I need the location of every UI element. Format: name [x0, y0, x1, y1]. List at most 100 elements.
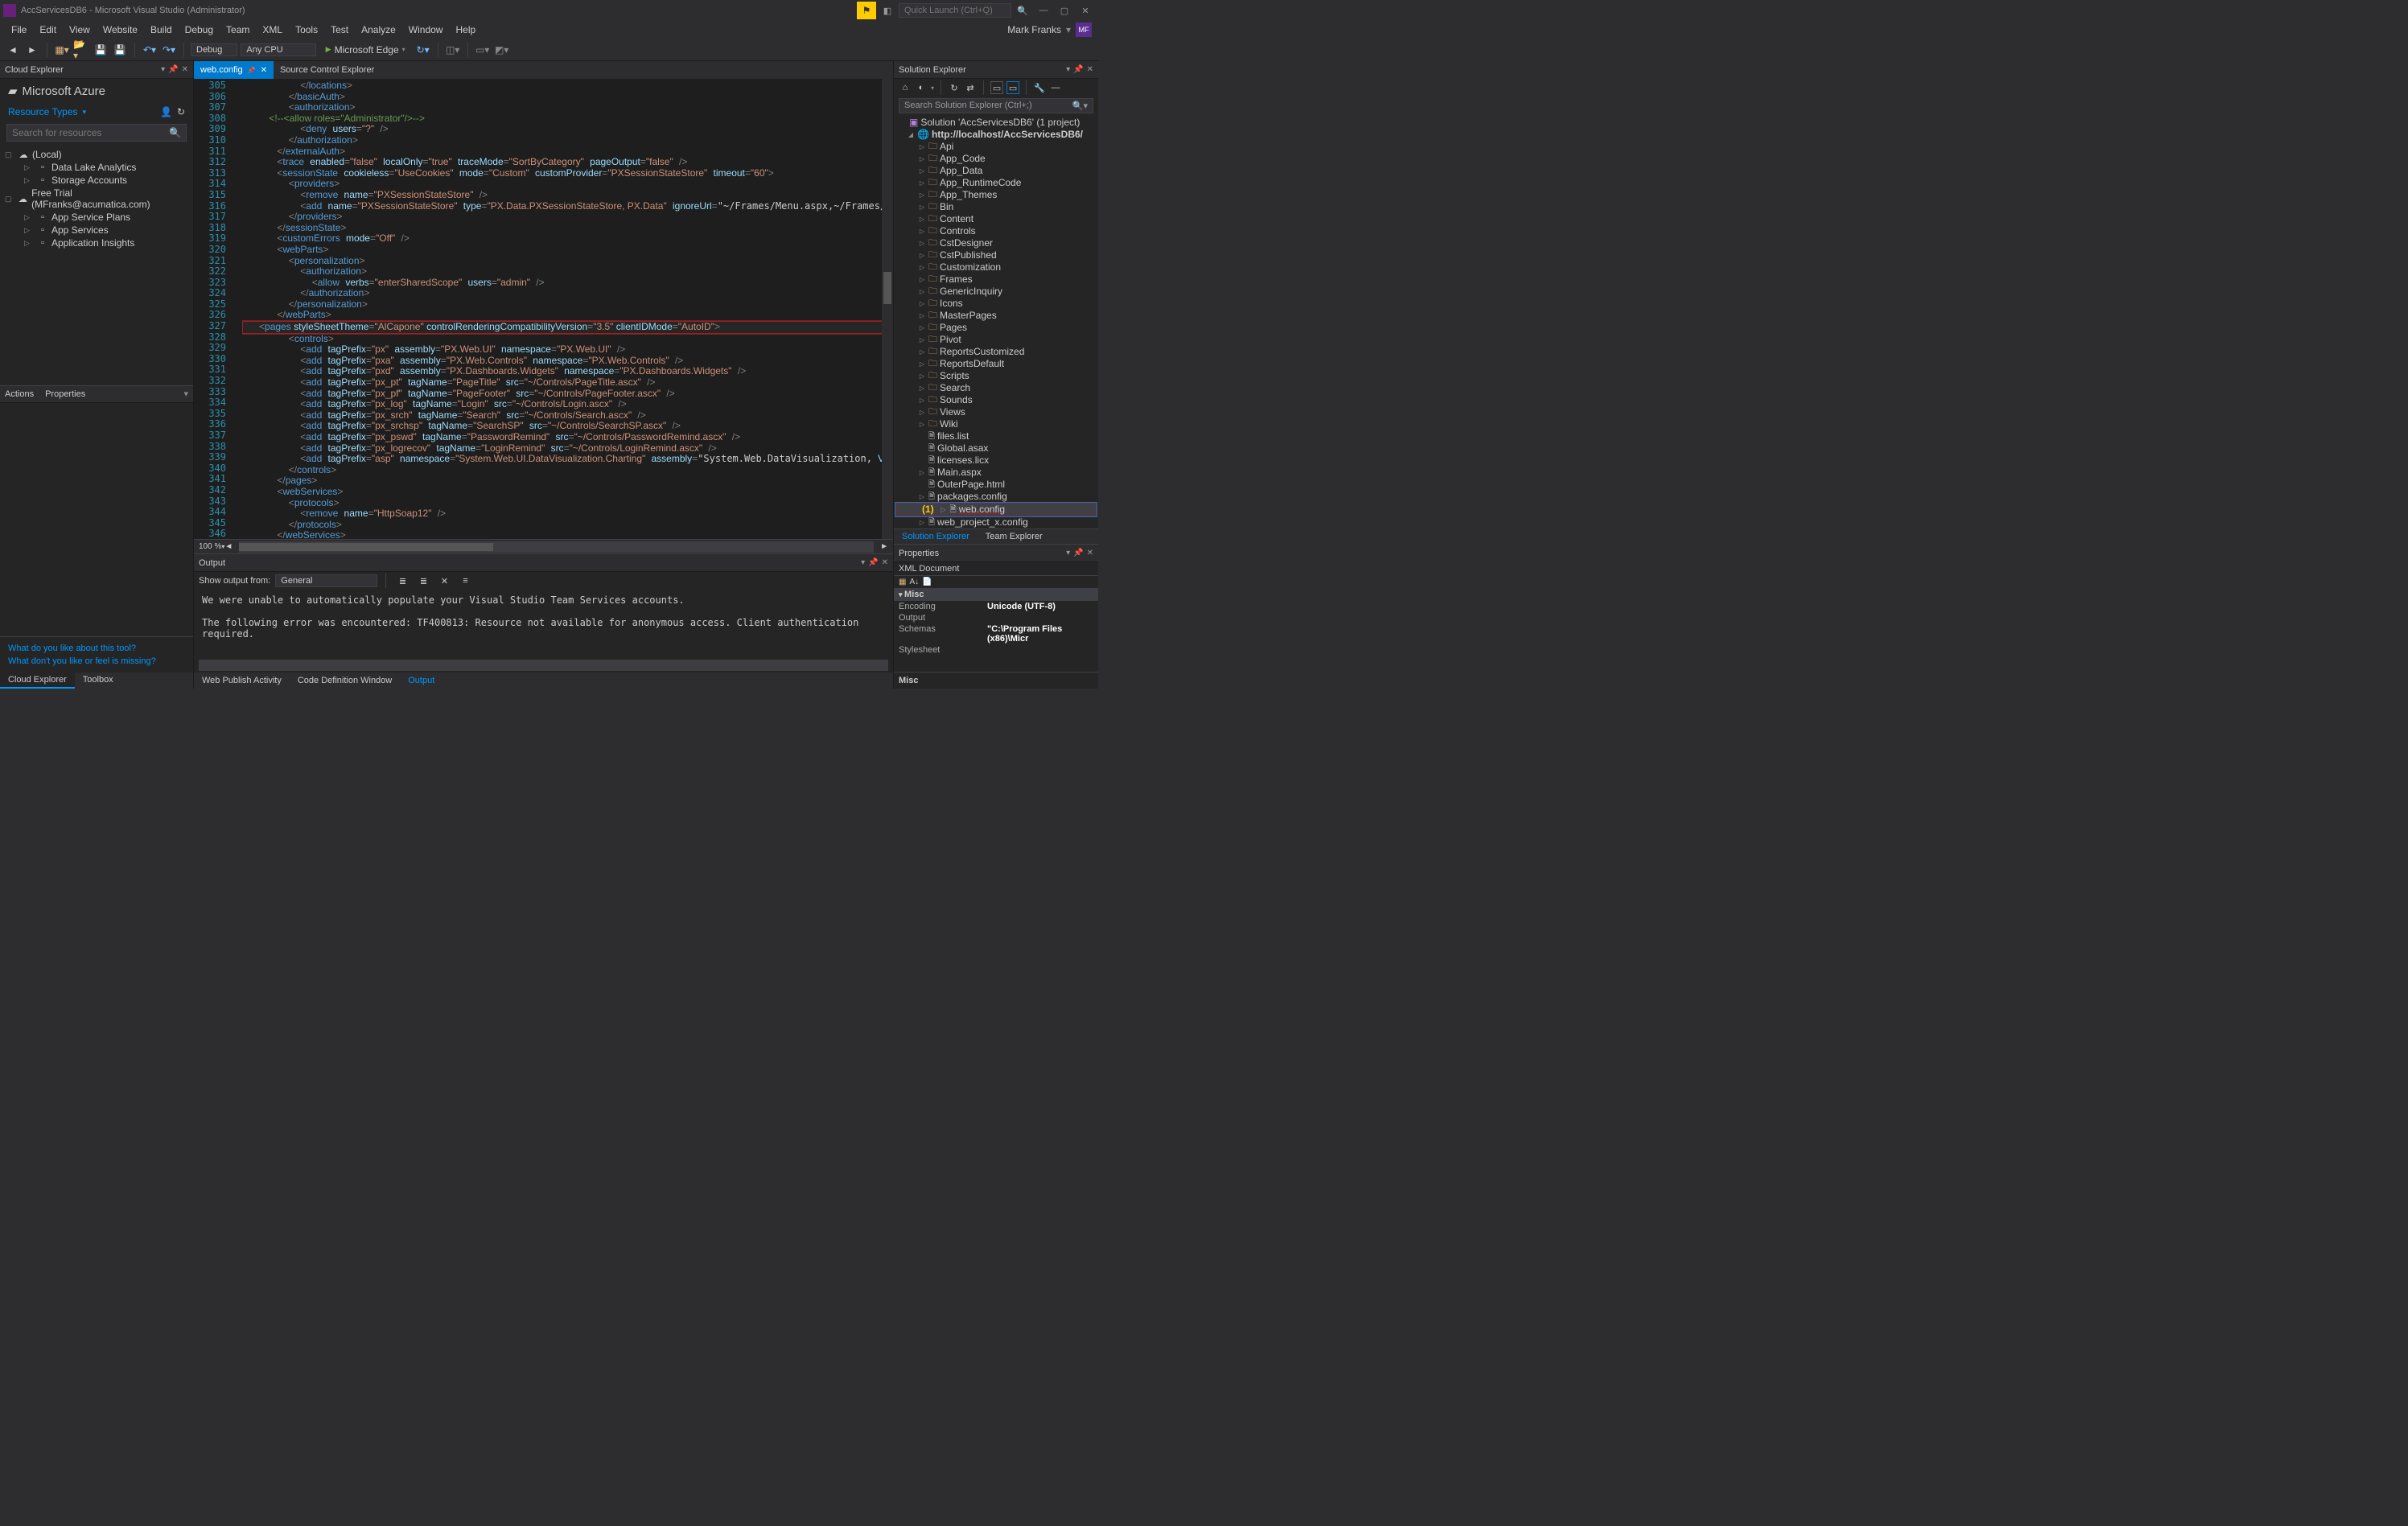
- panel-close-icon[interactable]: ✕: [1087, 549, 1093, 557]
- toolbox-tab[interactable]: Toolbox: [75, 673, 121, 689]
- menu-build[interactable]: Build: [144, 23, 179, 37]
- file-files-list[interactable]: 🗎 files.list: [895, 430, 1097, 442]
- cloud-resource-item[interactable]: ▷▫Data Lake Analytics: [2, 161, 191, 174]
- output-text[interactable]: We were unable to automatically populate…: [194, 590, 893, 658]
- editor-scrollbar-vertical[interactable]: [882, 79, 893, 539]
- folder-pivot[interactable]: ▷🗀 Pivot: [895, 334, 1097, 346]
- se-collapse-icon[interactable]: ▭: [990, 81, 1003, 94]
- menu-edit[interactable]: Edit: [33, 23, 63, 37]
- notifications-flag-icon[interactable]: ⚑: [857, 2, 876, 19]
- menu-team[interactable]: Team: [220, 23, 256, 37]
- refresh-icon[interactable]: ↻: [177, 106, 185, 117]
- tab-source-control[interactable]: Source Control Explorer: [274, 61, 381, 79]
- cloud-resource-item[interactable]: ▷▫Application Insights: [2, 237, 191, 249]
- project-node[interactable]: ◢🌐 http://localhost/AccServicesDB6/: [895, 129, 1097, 141]
- menu-view[interactable]: View: [63, 23, 97, 37]
- config-dropdown[interactable]: Debug: [191, 43, 237, 56]
- property-row[interactable]: Schemas"C:\Program Files (x86)\Micr: [894, 623, 1098, 644]
- se-home-icon[interactable]: ⌂: [899, 81, 912, 94]
- property-row[interactable]: EncodingUnicode (UTF-8): [894, 601, 1098, 612]
- hscroll-right[interactable]: ►: [880, 542, 888, 551]
- close-button[interactable]: ✕: [1076, 2, 1095, 19]
- file-Global-asax[interactable]: 🗎 Global.asax: [895, 442, 1097, 455]
- save-button[interactable]: 💾: [93, 42, 109, 58]
- menu-analyze[interactable]: Analyze: [355, 23, 402, 37]
- se-refresh-icon[interactable]: ↻: [948, 81, 961, 94]
- pin-icon[interactable]: 📌: [1073, 549, 1083, 557]
- panel-close-icon[interactable]: ✕: [882, 558, 888, 567]
- quick-launch-input[interactable]: [899, 3, 1011, 18]
- save-all-button[interactable]: 💾: [112, 42, 128, 58]
- pin-icon[interactable]: 📌: [168, 65, 178, 74]
- folder-wiki[interactable]: ▷🗀 Wiki: [895, 418, 1097, 430]
- tab-code-def[interactable]: Code Definition Window: [290, 674, 400, 687]
- cloud-node[interactable]: ▢☁Free Trial (MFranks@acumatica.com): [2, 187, 191, 211]
- menu-file[interactable]: File: [5, 23, 33, 37]
- hscroll-left[interactable]: ◄: [224, 542, 233, 551]
- open-file-button[interactable]: 📂▾: [73, 42, 89, 58]
- output-clear-icon[interactable]: ✕: [436, 573, 452, 589]
- se-showall-icon[interactable]: ▭: [1006, 81, 1019, 94]
- code-editor[interactable]: (2) 305306307308309310311312313314315316…: [194, 79, 893, 539]
- file-licenses-licx[interactable]: 🗎 licenses.licx: [895, 455, 1097, 467]
- feedback-like-link[interactable]: What do you like about this tool?: [8, 642, 185, 655]
- new-project-button[interactable]: ▦▾: [54, 42, 70, 58]
- folder-reportscustomized[interactable]: ▷🗀 ReportsCustomized: [895, 346, 1097, 358]
- editor-scrollbar-horizontal[interactable]: [239, 541, 874, 553]
- close-tab-icon[interactable]: ✕: [261, 66, 267, 75]
- tb-extra-3[interactable]: ◩▾: [494, 42, 510, 58]
- folder-pages[interactable]: ▷🗀 Pages: [895, 322, 1097, 334]
- undo-button[interactable]: ↶▾: [142, 42, 158, 58]
- fold-gutter[interactable]: [233, 79, 242, 539]
- categorized-icon[interactable]: ▦: [899, 578, 906, 586]
- output-scrollbar-horizontal[interactable]: [199, 660, 888, 671]
- menu-test[interactable]: Test: [324, 23, 355, 37]
- alpha-icon[interactable]: A↓: [909, 578, 919, 586]
- folder-views[interactable]: ▷🗀 Views: [895, 406, 1097, 418]
- folder-app_runtimecode[interactable]: ▷🗀 App_RuntimeCode: [895, 177, 1097, 189]
- redo-button[interactable]: ↷▾: [161, 42, 177, 58]
- user-name-label[interactable]: Mark Franks: [1007, 24, 1061, 35]
- property-row[interactable]: Output: [894, 612, 1098, 623]
- folder-scripts[interactable]: ▷🗀 Scripts: [895, 370, 1097, 382]
- se-sync-icon[interactable]: ⇄: [964, 81, 977, 94]
- file-web-config[interactable]: (1)▷🗎 web.config: [895, 503, 1097, 516]
- file-OuterPage-html[interactable]: 🗎 OuterPage.html: [895, 479, 1097, 491]
- nav-back-button[interactable]: ◄: [5, 42, 21, 58]
- tb-extra-1[interactable]: ◫▾: [445, 42, 461, 58]
- browser-link-button[interactable]: ↻▾: [415, 42, 431, 58]
- folder-search[interactable]: ▷🗀 Search: [895, 382, 1097, 394]
- pin-icon[interactable]: 📌: [248, 67, 256, 74]
- panel-dropdown-icon[interactable]: ▾: [1066, 65, 1070, 74]
- tab-web-config[interactable]: web.config 📌 ✕: [194, 61, 274, 79]
- cloud-search-input[interactable]: Search for resources 🔍: [6, 124, 187, 142]
- se-properties-icon[interactable]: 🔧: [1033, 81, 1046, 94]
- tb-extra-2[interactable]: ▭▾: [475, 42, 491, 58]
- folder-sounds[interactable]: ▷🗀 Sounds: [895, 394, 1097, 406]
- props-group-misc[interactable]: Misc: [904, 590, 924, 599]
- folder-controls[interactable]: ▷🗀 Controls: [895, 225, 1097, 237]
- folder-cstdesigner[interactable]: ▷🗀 CstDesigner: [895, 237, 1097, 249]
- panel-close-icon[interactable]: ✕: [182, 65, 188, 74]
- folder-icons[interactable]: ▷🗀 Icons: [895, 298, 1097, 310]
- menu-debug[interactable]: Debug: [179, 23, 220, 37]
- output-source-dropdown[interactable]: General: [275, 574, 377, 587]
- panel-close-icon[interactable]: ✕: [1087, 65, 1093, 74]
- cloud-resource-tree[interactable]: ▢☁(Local)▷▫Data Lake Analytics▷▫Storage …: [0, 145, 193, 385]
- cloud-resource-item[interactable]: ▷▫App Services: [2, 224, 191, 237]
- pin-icon[interactable]: 📌: [868, 558, 878, 567]
- folder-reportsdefault[interactable]: ▷🗀 ReportsDefault: [895, 358, 1097, 370]
- nav-fwd-button[interactable]: ►: [24, 42, 40, 58]
- properties-tab[interactable]: Properties: [45, 389, 85, 399]
- cloud-node[interactable]: ▢☁(Local): [2, 148, 191, 161]
- se-back-icon[interactable]: ◐: [915, 81, 928, 94]
- file-packages-config[interactable]: ▷🗎 packages.config: [895, 491, 1097, 503]
- solution-node[interactable]: ▣ Solution 'AccServicesDB6' (1 project): [895, 117, 1097, 129]
- folder-bin[interactable]: ▷🗀 Bin: [895, 201, 1097, 213]
- folder-app_themes[interactable]: ▷🗀 App_Themes: [895, 189, 1097, 201]
- minimize-button[interactable]: —: [1034, 2, 1053, 19]
- menu-window[interactable]: Window: [402, 23, 450, 37]
- output-goto-icon[interactable]: ≣: [394, 573, 410, 589]
- cloud-explorer-tab[interactable]: Cloud Explorer: [0, 673, 75, 689]
- menu-xml[interactable]: XML: [256, 23, 289, 37]
